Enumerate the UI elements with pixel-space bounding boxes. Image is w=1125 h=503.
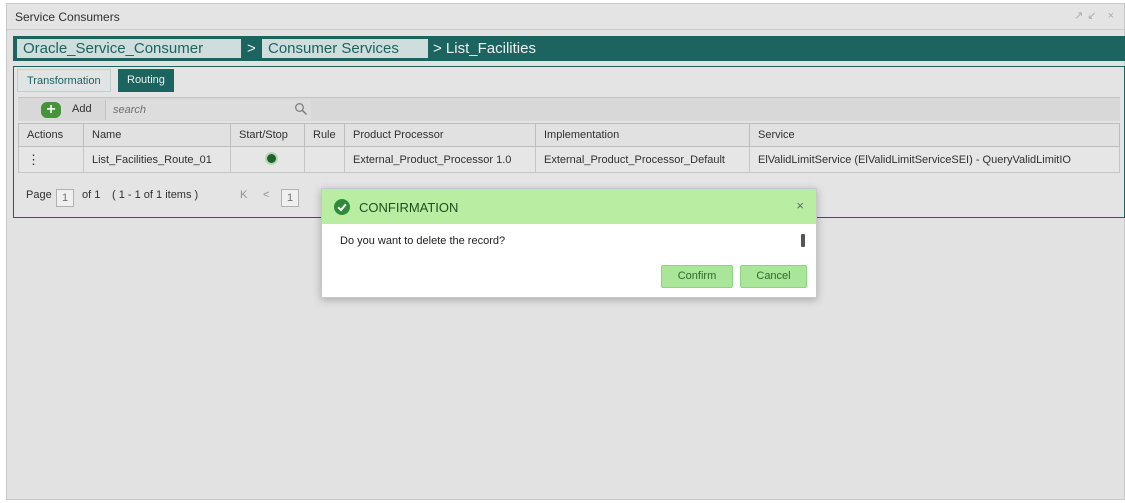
- add-button[interactable]: + Add: [24, 100, 92, 120]
- search-input[interactable]: [105, 100, 311, 120]
- row-service-cell: ElValidLimitService (ElValidLimitService…: [749, 146, 1120, 173]
- row-name-cell: List_Facilities_Route_01: [83, 146, 231, 173]
- window-title: Service Consumers: [15, 10, 120, 24]
- breadcrumb: Oracle_Service_Consumer > Consumer Servi…: [13, 36, 1125, 61]
- column-header-product-processor[interactable]: Product Processor: [344, 123, 536, 147]
- breadcrumb-separator: >: [247, 40, 256, 57]
- breadcrumb-current: > List_Facilities: [433, 40, 536, 57]
- row-rule-cell: [304, 146, 345, 173]
- row-implementation-cell: External_Product_Processor_Default: [535, 146, 750, 173]
- tab-routing[interactable]: Routing: [118, 69, 174, 92]
- routing-table: Actions Name Start/Stop Rule Product Pro…: [18, 123, 1120, 173]
- dialog-scrollbar[interactable]: [801, 234, 805, 247]
- start-stop-toggle[interactable]: [267, 153, 276, 163]
- pager-page-label: Page: [26, 189, 52, 201]
- kebab-menu-icon[interactable]: ⋮: [27, 152, 40, 167]
- column-header-name[interactable]: Name: [83, 123, 231, 147]
- table-header-row: Actions Name Start/Stop Rule Product Pro…: [18, 123, 1120, 147]
- plus-icon: +: [41, 102, 61, 118]
- column-header-start-stop[interactable]: Start/Stop: [230, 123, 305, 147]
- search-icon[interactable]: [294, 102, 308, 116]
- close-icon[interactable]: ×: [796, 198, 804, 213]
- dialog-message: Do you want to delete the record?: [340, 235, 506, 247]
- confirm-button[interactable]: Confirm: [661, 265, 733, 288]
- dialog-title: CONFIRMATION: [359, 200, 459, 215]
- pager-prev-icon[interactable]: <: [263, 189, 269, 201]
- column-header-rule[interactable]: Rule: [304, 123, 345, 147]
- add-button-label: Add: [72, 103, 92, 115]
- pager-items-text: ( 1 - 1 of 1 items ): [112, 189, 199, 201]
- pager-of-text: of 1: [82, 189, 101, 201]
- pager-page-input[interactable]: 1: [56, 189, 74, 207]
- cancel-button[interactable]: Cancel: [740, 265, 807, 288]
- check-circle-icon: [334, 199, 350, 215]
- confirmation-dialog: CONFIRMATION × Do you want to delete the…: [321, 188, 817, 298]
- window-title-bar: Service Consumers ↗↙ ×: [7, 4, 1124, 30]
- row-product-processor-cell: External_Product_Processor 1.0: [344, 146, 536, 173]
- table-row[interactable]: ⋮ List_Facilities_Route_01 External_Prod…: [18, 146, 1120, 173]
- row-start-stop-cell: [230, 146, 305, 173]
- tab-transformation[interactable]: Transformation: [17, 69, 111, 92]
- pager-first-icon[interactable]: K: [240, 189, 247, 201]
- column-header-implementation[interactable]: Implementation: [535, 123, 750, 147]
- dialog-header: CONFIRMATION ×: [322, 189, 816, 224]
- breadcrumb-consumer-services[interactable]: Consumer Services: [262, 39, 428, 58]
- column-header-actions: Actions: [18, 123, 84, 147]
- pager-current-page[interactable]: 1: [281, 189, 299, 207]
- breadcrumb-oracle-service-consumer[interactable]: Oracle_Service_Consumer: [17, 39, 241, 58]
- window-controls[interactable]: ↗↙ ×: [1074, 9, 1118, 22]
- row-actions-cell[interactable]: ⋮: [18, 146, 84, 173]
- grid-toolbar: + Add: [18, 97, 1120, 121]
- column-header-service[interactable]: Service: [749, 123, 1120, 147]
